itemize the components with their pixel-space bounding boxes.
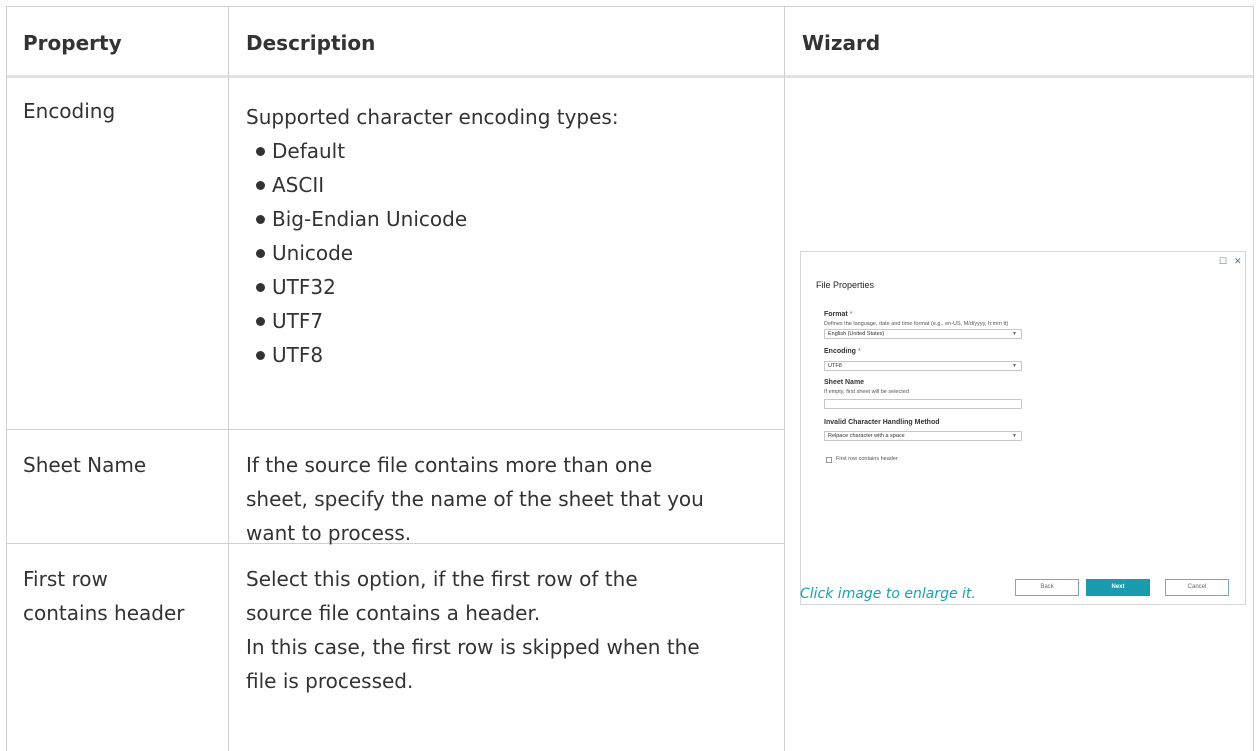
desc-line: In this case, the first row is skipped w… xyxy=(246,635,700,659)
col-divider-2 xyxy=(228,6,229,751)
chevron-down-icon: ▼ xyxy=(1012,331,1017,337)
required-mark: * xyxy=(849,311,853,318)
property-sheet-name: Sheet Name xyxy=(23,453,147,477)
list-item: UTF7 xyxy=(246,304,619,338)
col-divider-1 xyxy=(6,6,7,751)
col-divider-3 xyxy=(784,6,785,751)
invalid-char-label: Invalid Character Handling Method xyxy=(824,419,940,426)
encoding-list: Default ASCII Big-Endian Unicode Unicode… xyxy=(246,134,619,372)
sheet-name-input[interactable] xyxy=(824,399,1022,409)
format-label: Format * xyxy=(824,311,852,318)
list-item: UTF8 xyxy=(246,338,619,372)
property-first-row: First row contains header xyxy=(23,562,184,630)
desc-line: If the source file contains more than on… xyxy=(246,453,653,477)
desc-line: file is processed. xyxy=(246,669,414,693)
encoding-value: UTF8 xyxy=(828,363,842,369)
dialog-title: File Properties xyxy=(816,280,875,290)
encoding-intro: Supported character encoding types: xyxy=(246,105,619,129)
header-divider xyxy=(6,75,1254,78)
format-label-text: Format xyxy=(824,311,848,318)
first-row-header-checkbox[interactable] xyxy=(826,457,832,463)
format-value: English (United States) xyxy=(828,331,885,337)
encoding-label: Encoding * xyxy=(824,348,861,355)
property-encoding: Encoding xyxy=(23,99,116,123)
table-top-border xyxy=(6,6,1254,7)
required-mark: * xyxy=(857,348,861,355)
file-properties-dialog[interactable]: ☐ ✕ File Properties Format * Defines the … xyxy=(800,251,1246,605)
sheet-name-hint: If empty, first sheet will be selected xyxy=(824,389,909,395)
format-select[interactable]: English (United States) ▼ xyxy=(824,329,1022,339)
maximize-icon[interactable]: ☐ xyxy=(1219,256,1227,267)
invalid-char-select[interactable]: Relpace character with a space ▼ xyxy=(824,431,1022,441)
list-item: UTF32 xyxy=(246,270,619,304)
col-divider-4 xyxy=(1253,6,1254,751)
sheet-name-label: Sheet Name xyxy=(824,379,865,386)
first-row-description: Select this option, if the first row of … xyxy=(246,562,700,698)
desc-line: want to process. xyxy=(246,521,412,545)
property-line: First row xyxy=(23,567,108,591)
chevron-down-icon: ▼ xyxy=(1012,363,1017,369)
list-item: Default xyxy=(246,134,619,168)
header-wizard: Wizard xyxy=(802,31,881,55)
invalid-char-value: Relpace character with a space xyxy=(828,433,905,439)
property-line: contains header xyxy=(23,601,185,625)
list-item: Big-Endian Unicode xyxy=(246,202,619,236)
chevron-down-icon: ▼ xyxy=(1012,433,1017,439)
close-icon[interactable]: ✕ xyxy=(1234,256,1242,267)
format-hint: Defines the language, date and time form… xyxy=(824,321,1009,327)
cancel-button[interactable]: Cancel xyxy=(1165,579,1229,596)
list-item: Unicode xyxy=(246,236,619,270)
sheet-name-description: If the source file contains more than on… xyxy=(246,448,704,550)
encoding-label-text: Encoding xyxy=(824,348,856,355)
back-button[interactable]: Back xyxy=(1015,579,1079,596)
desc-line: source file contains a header. xyxy=(246,601,541,625)
header-description: Description xyxy=(246,31,376,55)
next-button[interactable]: Next xyxy=(1086,579,1150,596)
encoding-select[interactable]: UTF8 ▼ xyxy=(824,361,1022,371)
desc-line: sheet, specify the name of the sheet tha… xyxy=(246,487,704,511)
list-item: ASCII xyxy=(246,168,619,202)
encoding-description: Supported character encoding types: Defa… xyxy=(246,100,619,372)
header-property: Property xyxy=(23,31,122,55)
first-row-header-label[interactable]: First row contains header xyxy=(836,456,898,462)
enlarge-caption[interactable]: Click image to enlarge it. xyxy=(800,586,976,602)
row-divider-1 xyxy=(6,429,784,430)
desc-line: Select this option, if the first row of … xyxy=(246,567,638,591)
